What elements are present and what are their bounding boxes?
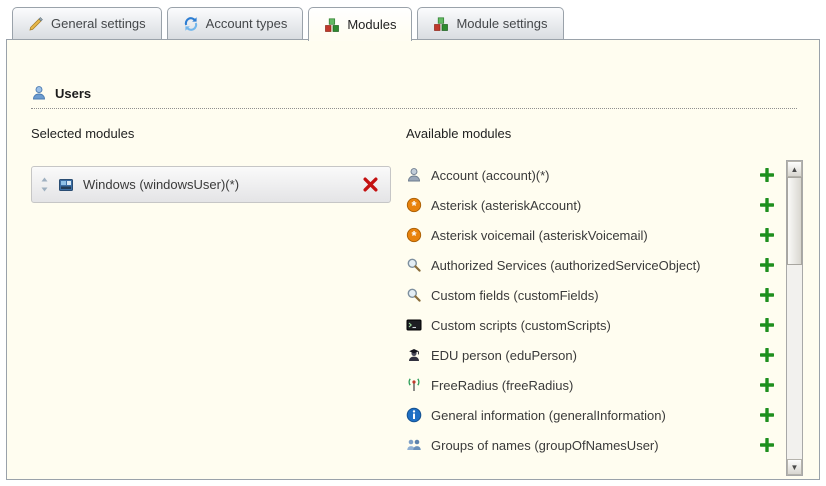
magnifier-icon [406,287,422,303]
users-section-header: Users [31,85,797,109]
tools-icon [28,16,44,32]
tab-label: Modules [347,17,396,32]
available-modules-heading: Available modules [406,126,782,142]
add-module-button[interactable] [760,318,774,332]
add-module-button[interactable] [760,198,774,212]
module-settings-icon [433,16,449,32]
add-module-button[interactable] [760,348,774,362]
available-module-row: Custom fields (customFields) [406,280,782,310]
remove-module-button[interactable] [363,177,378,192]
scrollbar-thumb[interactable] [787,177,802,265]
asterisk-icon: * [406,227,422,243]
selected-module-label: Windows (windowsUser)(*) [83,177,354,192]
available-module-row: Authorized Services (authorizedServiceOb… [406,250,782,280]
available-module-row: * Asterisk (asteriskAccount) [406,190,782,220]
module-label: EDU person (eduPerson) [431,348,751,363]
selected-modules-column: Selected modules Windows (windowsUser)(*… [31,126,406,476]
tab-account-types[interactable]: Account types [167,7,304,39]
scrollbar-track[interactable] [787,265,802,459]
edu-person-icon [406,347,422,363]
tab-modules[interactable]: Modules [308,7,412,41]
module-label: Asterisk (asteriskAccount) [431,198,751,213]
add-module-button[interactable] [760,288,774,302]
user-icon [31,85,47,101]
selected-module-row[interactable]: Windows (windowsUser)(*) [31,166,391,203]
lam-configuration-page: General settings Account types Modules M… [0,0,826,486]
add-module-button[interactable] [760,258,774,272]
section-title: Users [55,86,91,101]
module-label: Authorized Services (authorizedServiceOb… [431,258,751,273]
scroll-up-button[interactable]: ▲ [787,161,802,177]
add-module-button[interactable] [760,438,774,452]
modules-panel: Users Selected modules Windows (windowsU… [6,39,820,480]
tab-label: General settings [51,16,146,31]
available-modules-scrollbar[interactable]: ▲ ▼ [786,160,803,476]
module-label: Account (account)(*) [431,168,751,183]
available-module-row: * Asterisk voicemail (asteriskVoicemail) [406,220,782,250]
module-label: General information (generalInformation) [431,408,751,423]
settings-tabbar: General settings Account types Modules M… [12,7,564,41]
account-types-icon [183,16,199,32]
add-module-button[interactable] [760,408,774,422]
info-icon [406,407,422,423]
modules-columns: Selected modules Windows (windowsUser)(*… [31,126,805,476]
selected-modules-heading: Selected modules [31,126,406,142]
scroll-down-button[interactable]: ▼ [787,459,802,475]
group-icon [406,437,422,453]
module-label: Asterisk voicemail (asteriskVoicemail) [431,228,751,243]
asterisk-icon: * [406,197,422,213]
tab-general-settings[interactable]: General settings [12,7,162,39]
available-module-row: Custom scripts (customScripts) [406,310,782,340]
available-module-row: General information (generalInformation) [406,400,782,430]
add-module-button[interactable] [760,168,774,182]
drag-handle-icon[interactable] [40,177,49,192]
magnifier-icon [406,257,422,273]
module-label: Custom fields (customFields) [431,288,751,303]
antenna-icon [406,377,422,393]
add-module-button[interactable] [760,228,774,242]
tab-label: Module settings [456,16,547,31]
module-label: FreeRadius (freeRadius) [431,378,751,393]
module-label: Custom scripts (customScripts) [431,318,751,333]
terminal-icon [406,317,422,333]
tab-label: Account types [206,16,288,31]
available-modules-list: Account (account)(*) * Asterisk (asteris… [406,160,782,460]
available-module-row: EDU person (eduPerson) [406,340,782,370]
available-module-row: FreeRadius (freeRadius) [406,370,782,400]
available-module-row: Account (account)(*) [406,160,782,190]
modules-icon [324,17,340,33]
available-module-row: Groups of names (groupOfNamesUser) [406,430,782,460]
add-module-button[interactable] [760,378,774,392]
module-label: Groups of names (groupOfNamesUser) [431,438,751,453]
account-icon [406,167,422,183]
tab-module-settings[interactable]: Module settings [417,7,563,39]
windows-module-icon [58,177,74,193]
available-modules-column: Available modules Account (account)(*) [406,126,782,476]
